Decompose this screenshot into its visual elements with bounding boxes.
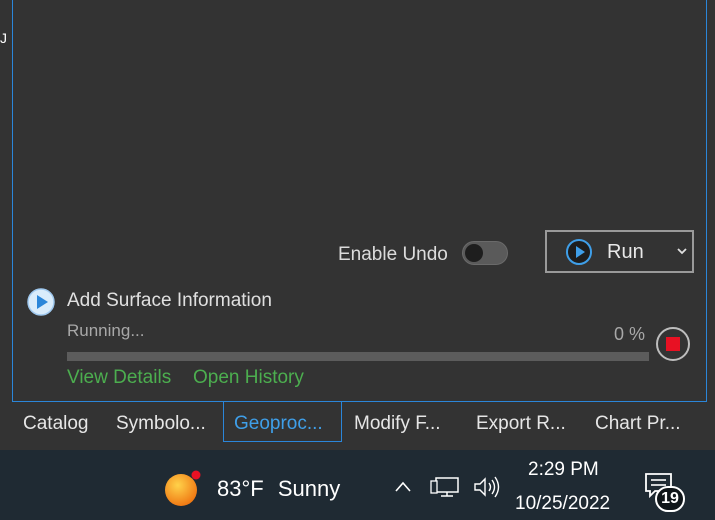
task-title: Add Surface Information	[67, 290, 272, 311]
tab-geoprocessing[interactable]: Geoproc...	[223, 402, 342, 442]
sun-icon[interactable]	[163, 469, 201, 507]
chevron-down-icon[interactable]	[675, 244, 689, 258]
enable-undo-toggle[interactable]	[462, 241, 508, 265]
task-status: Running...	[67, 321, 145, 340]
tab-export-raster[interactable]: Export R...	[476, 402, 566, 442]
pane-tab-strip: Catalog Symbolo... Geoproc... Modify F..…	[0, 402, 715, 450]
tab-catalog[interactable]: Catalog	[23, 402, 89, 442]
network-icon[interactable]	[430, 475, 460, 499]
tab-modify-features[interactable]: Modify F...	[354, 402, 441, 442]
weather-temperature: 83°F	[217, 476, 264, 501]
chevron-up-icon[interactable]	[393, 478, 413, 496]
play-circle-icon	[566, 239, 592, 265]
stop-icon	[666, 337, 680, 351]
run-button-label: Run	[607, 241, 644, 263]
weather-condition: Sunny	[277, 476, 341, 501]
progress-bar	[67, 352, 649, 361]
enable-undo-label: Enable Undo	[338, 244, 448, 265]
toggle-knob	[465, 244, 483, 262]
notification-count-badge: 19	[655, 486, 685, 512]
tab-symbology[interactable]: Symbolo...	[116, 402, 206, 442]
play-circle-icon	[27, 288, 55, 316]
clock-date[interactable]: 10/25/2022	[515, 493, 610, 515]
view-details-link[interactable]: View Details	[67, 367, 171, 389]
weather-readout[interactable]: 83°F Sunny	[217, 476, 340, 502]
stop-button[interactable]	[656, 327, 690, 361]
task-percent: 0 %	[614, 324, 646, 344]
run-button[interactable]: Run	[545, 230, 694, 273]
open-history-link[interactable]: Open History	[193, 367, 304, 389]
volume-icon[interactable]	[472, 475, 502, 499]
geoprocessing-pane	[12, 0, 707, 402]
tab-chart-properties[interactable]: Chart Pr...	[595, 402, 681, 442]
clock-time[interactable]: 2:29 PM	[528, 459, 599, 481]
left-edge-text: J	[0, 30, 7, 46]
